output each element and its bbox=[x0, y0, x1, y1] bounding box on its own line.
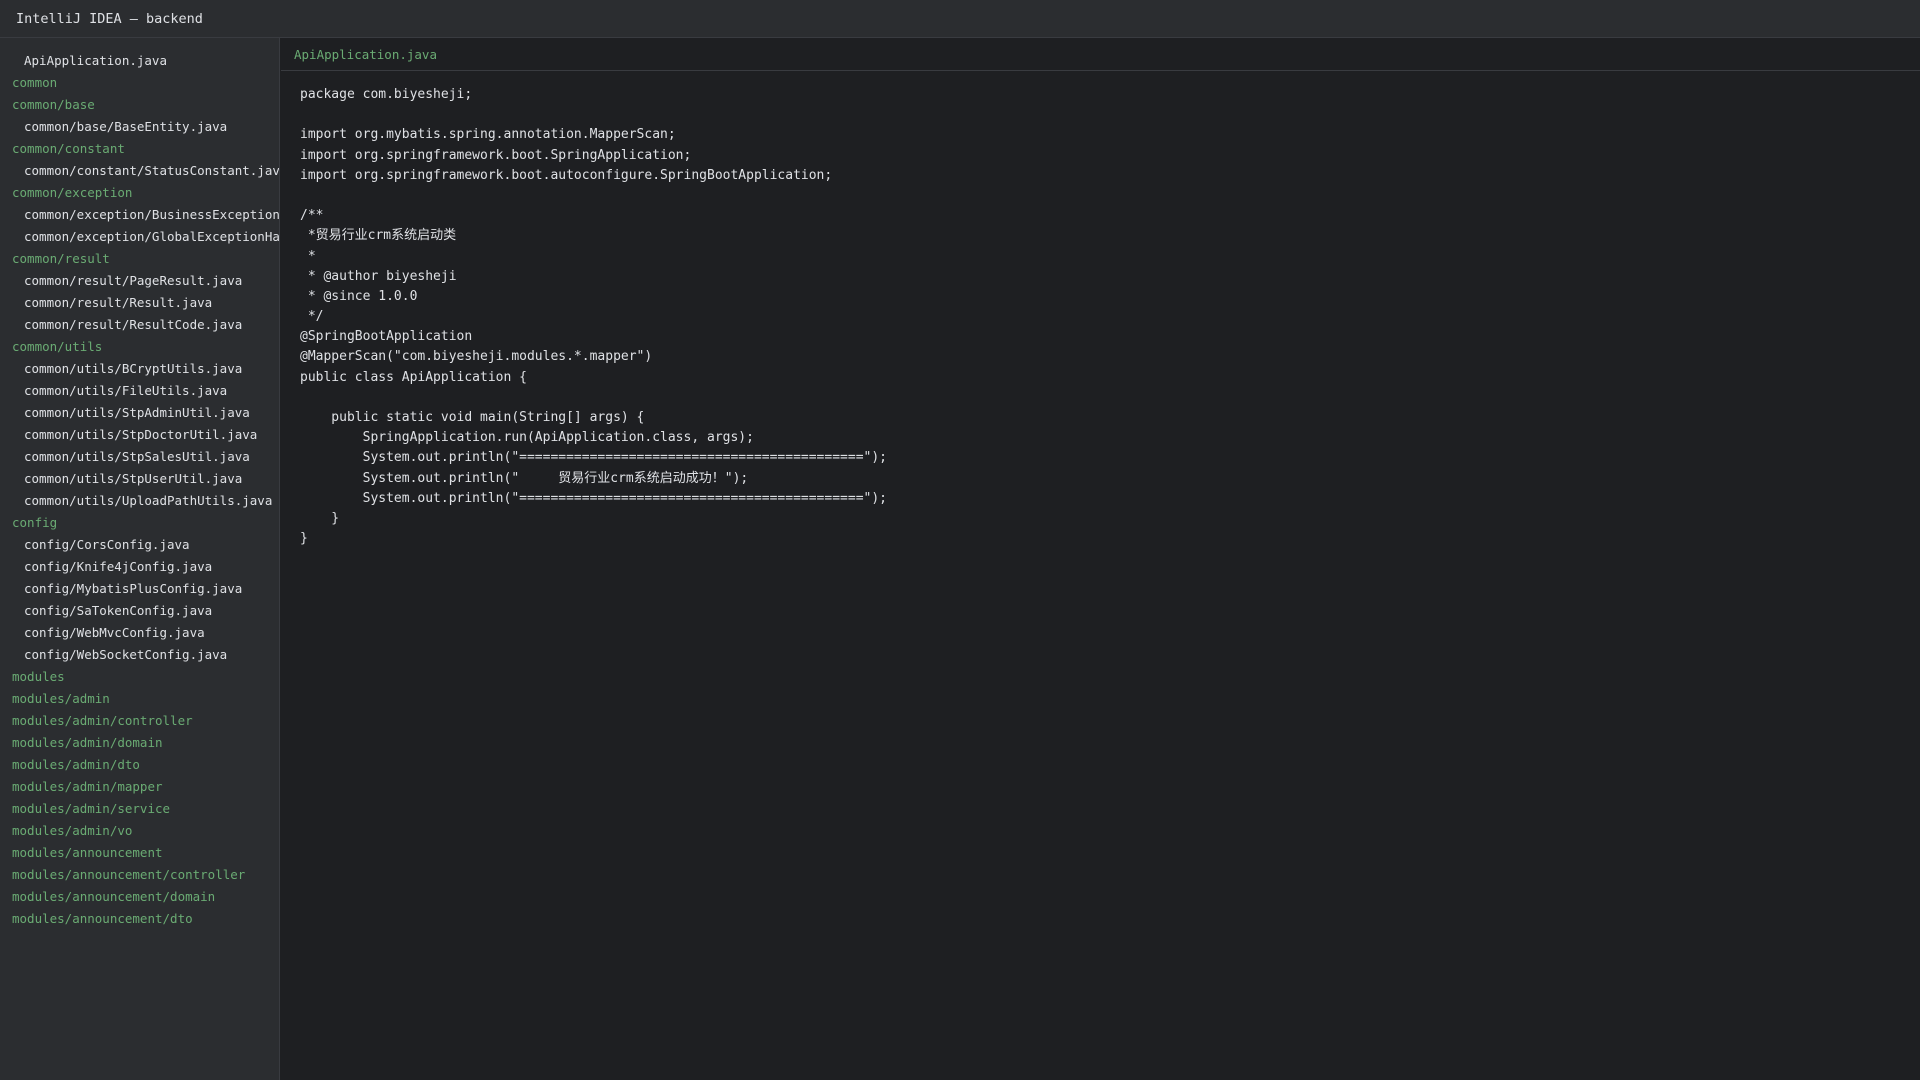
tree-file[interactable]: common/utils/StpDoctorUtil.java bbox=[0, 424, 279, 446]
code-line: System.out.println("====================… bbox=[300, 490, 887, 506]
code-line: System.out.println(" 贸易行业crm系统启动成功！"); bbox=[300, 470, 749, 486]
code-area[interactable]: package com.biyesheji; import org.mybatis… bbox=[281, 71, 1920, 549]
tree-file[interactable]: common/utils/UploadPathUtils.java bbox=[0, 490, 279, 512]
tree-folder[interactable]: common/result bbox=[0, 248, 279, 270]
tree-file[interactable]: common/exception/BusinessException.java bbox=[0, 204, 279, 226]
editor-tab-apiapplication[interactable]: ApiApplication.java bbox=[294, 47, 437, 62]
tree-file[interactable]: common/utils/StpUserUtil.java bbox=[0, 468, 279, 490]
code-line: System.out.println("====================… bbox=[300, 450, 887, 466]
code-line: @SpringBootApplication bbox=[300, 329, 473, 345]
code-line: * @author biyesheji bbox=[300, 268, 457, 284]
tree-folder[interactable]: modules/announcement/dto bbox=[0, 908, 279, 930]
tree-file[interactable]: config/SaTokenConfig.java bbox=[0, 600, 279, 622]
tree-file[interactable]: common/constant/StatusConstant.java bbox=[0, 160, 279, 182]
tree-folder[interactable]: config bbox=[0, 512, 279, 534]
tree-file[interactable]: common/utils/StpSalesUtil.java bbox=[0, 446, 279, 468]
tree-folder[interactable]: common bbox=[0, 72, 279, 94]
code-line: * bbox=[300, 248, 316, 264]
tree-file[interactable]: config/CorsConfig.java bbox=[0, 534, 279, 556]
tree-file[interactable]: config/WebSocketConfig.java bbox=[0, 644, 279, 666]
code-line: import org.springframework.boot.autoconf… bbox=[300, 167, 833, 183]
project-tree[interactable]: ApiApplication.java common common/base comm… bbox=[0, 38, 280, 1080]
tree-file[interactable]: common/base/BaseEntity.java bbox=[0, 116, 279, 138]
tree-file[interactable]: config/Knife4jConfig.java bbox=[0, 556, 279, 578]
code-line: public class ApiApplication { bbox=[300, 369, 527, 385]
tree-folder[interactable]: modules bbox=[0, 666, 279, 688]
tree-folder[interactable]: common/utils bbox=[0, 336, 279, 358]
code-line: import org.springframework.boot.SpringAp… bbox=[300, 147, 692, 163]
tree-file[interactable]: common/result/ResultCode.java bbox=[0, 314, 279, 336]
window-title: IntelliJ IDEA — backend bbox=[16, 10, 203, 27]
code-line: @MapperScan("com.biyesheji.modules.*.map… bbox=[300, 349, 653, 365]
tree-file[interactable]: common/utils/BCryptUtils.java bbox=[0, 358, 279, 380]
tree-file[interactable]: common/exception/GlobalExceptionHandler.… bbox=[0, 226, 279, 248]
tree-folder[interactable]: modules/announcement/controller bbox=[0, 864, 279, 886]
tree-file[interactable]: config/MybatisPlusConfig.java bbox=[0, 578, 279, 600]
window-title-bar: IntelliJ IDEA — backend bbox=[0, 0, 1920, 38]
tree-file[interactable]: common/utils/FileUtils.java bbox=[0, 380, 279, 402]
tree-folder[interactable]: modules/admin/dto bbox=[0, 754, 279, 776]
tree-folder[interactable]: modules/admin/controller bbox=[0, 710, 279, 732]
tree-folder[interactable]: common/base bbox=[0, 94, 279, 116]
code-line: import org.mybatis.spring.annotation.Map… bbox=[300, 127, 676, 143]
tree-file[interactable]: common/result/Result.java bbox=[0, 292, 279, 314]
code-line: */ bbox=[300, 309, 324, 325]
tree-folder[interactable]: modules/admin/vo bbox=[0, 820, 279, 842]
tree-folder[interactable]: modules/admin/domain bbox=[0, 732, 279, 754]
code-line: package com.biyesheji; bbox=[300, 87, 473, 102]
code-line: *贸易行业crm系统启动类 bbox=[300, 228, 457, 244]
code-editor[interactable]: ApiApplication.java package com.biyeshej… bbox=[281, 38, 1920, 1080]
code-line: } bbox=[300, 510, 340, 526]
editor-tab-bar: ApiApplication.java bbox=[281, 38, 1920, 71]
tree-folder[interactable]: common/constant bbox=[0, 138, 279, 160]
code-line: } bbox=[300, 531, 308, 547]
code-line: SpringApplication.run(ApiApplication.cla… bbox=[300, 430, 754, 446]
tree-folder[interactable]: modules/announcement bbox=[0, 842, 279, 864]
tree-file[interactable]: common/result/PageResult.java bbox=[0, 270, 279, 292]
tree-folder[interactable]: modules/admin/mapper bbox=[0, 776, 279, 798]
tree-folder[interactable]: modules/admin/service bbox=[0, 798, 279, 820]
code-line: /** bbox=[300, 208, 324, 224]
tree-folder[interactable]: common/exception bbox=[0, 182, 279, 204]
code-line: public static void main(String[] args) { bbox=[300, 410, 645, 425]
code-line: * @since 1.0.0 bbox=[300, 288, 418, 304]
tree-file[interactable]: common/utils/StpAdminUtil.java bbox=[0, 402, 279, 424]
tree-file[interactable]: config/WebMvcConfig.java bbox=[0, 622, 279, 644]
tree-file[interactable]: ApiApplication.java bbox=[0, 50, 279, 72]
tree-folder[interactable]: modules/announcement/domain bbox=[0, 886, 279, 908]
tree-folder[interactable]: modules/admin bbox=[0, 688, 279, 710]
